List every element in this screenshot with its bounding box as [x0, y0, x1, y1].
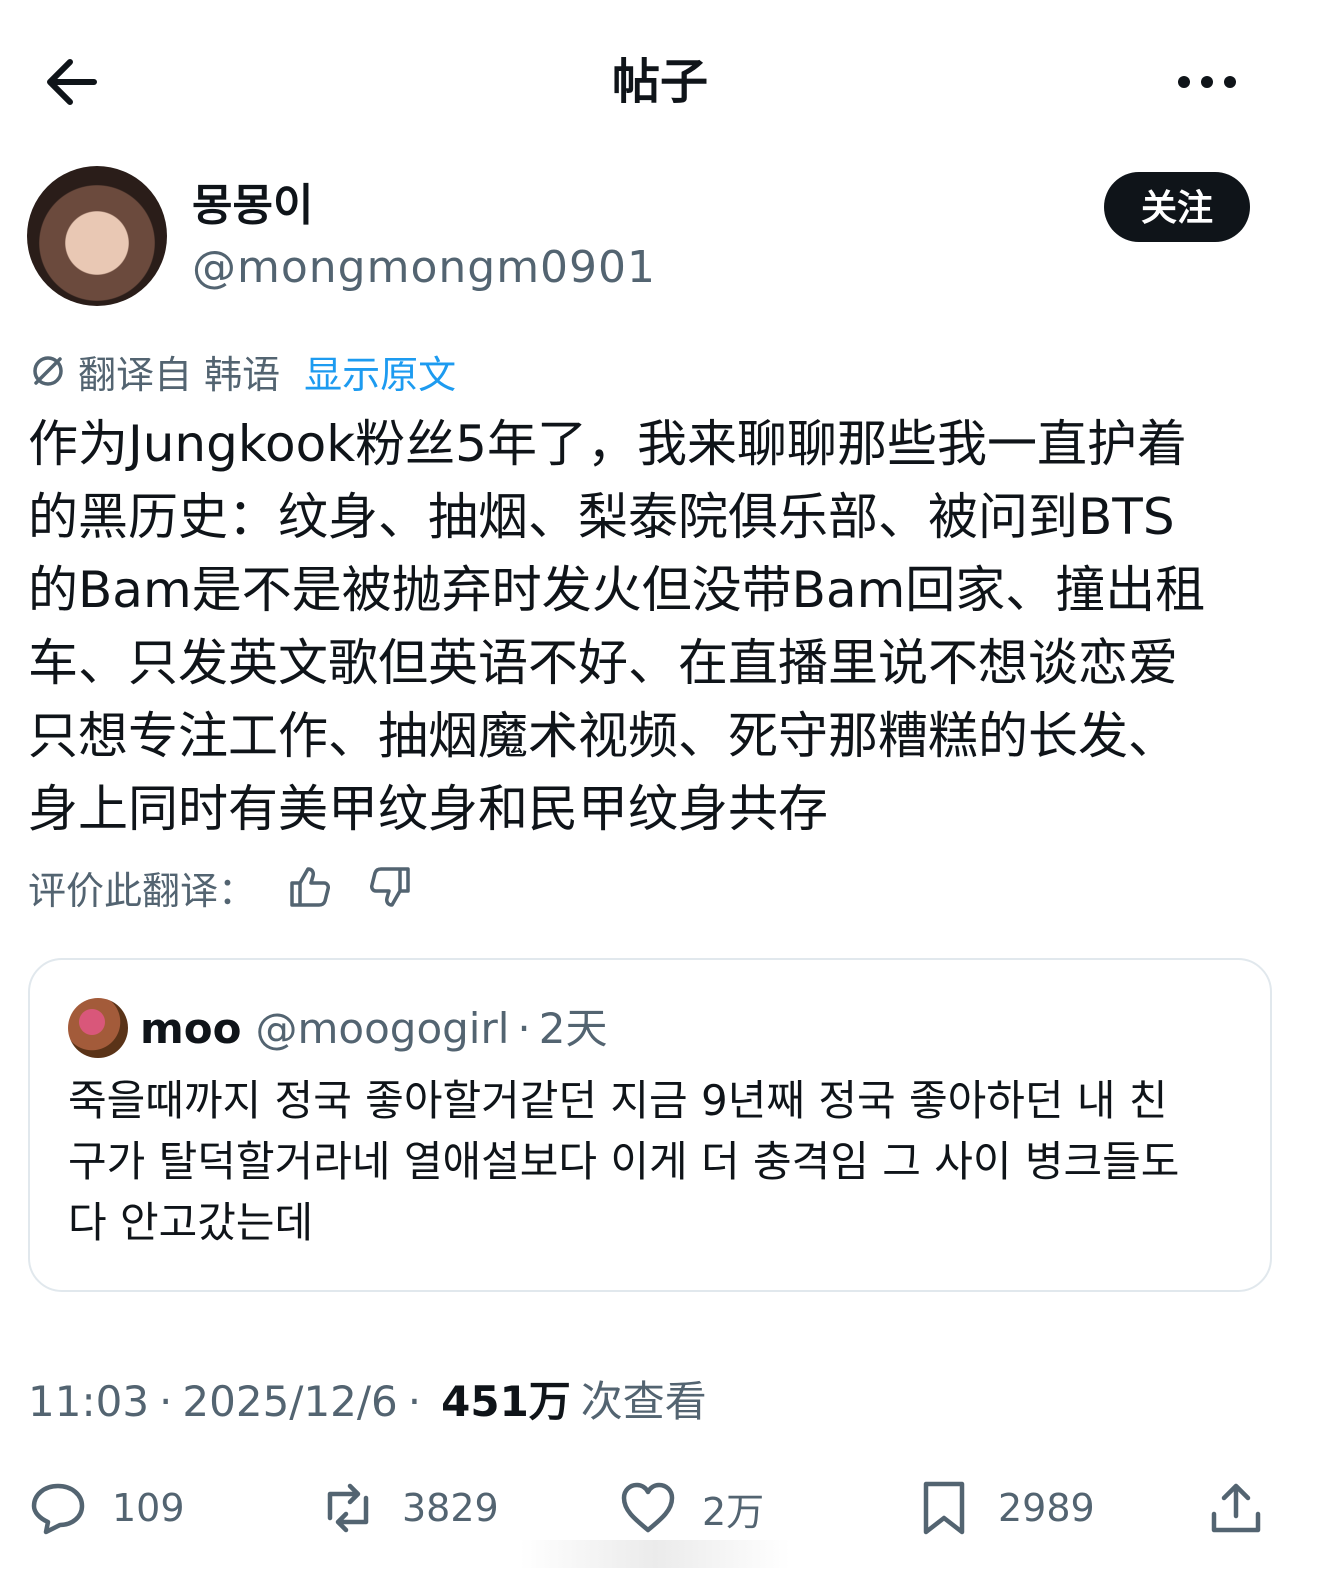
- watermark-overlay: [520, 1540, 790, 1568]
- post-time[interactable]: 11:03: [28, 1372, 149, 1432]
- quoted-avatar: [68, 998, 128, 1058]
- show-original-link[interactable]: 显示原文: [304, 344, 456, 399]
- rate-translation-label: 评价此翻译：: [28, 868, 257, 913]
- bookmark-icon: [923, 1481, 965, 1535]
- like-count: 2万: [702, 1489, 765, 1534]
- quoted-post-header: moo @moogogirl · 2天: [140, 1000, 608, 1058]
- repost-icon: [327, 1483, 369, 1533]
- page-title: 帖子: [611, 54, 708, 110]
- quoted-timestamp: 2天: [538, 1004, 608, 1053]
- post-date[interactable]: 2025/12/6: [182, 1372, 397, 1432]
- translation-label: 翻译自 韩语: [78, 352, 281, 397]
- share-icon: [1211, 1483, 1261, 1533]
- repost-count: 3829: [402, 1486, 499, 1530]
- view-count-label: 次查看: [580, 1377, 707, 1426]
- author-display-name[interactable]: 몽몽이: [192, 178, 313, 234]
- post-meta: 11:03 · 2025/12/6 · 451万 次查看: [28, 1372, 707, 1432]
- avatar[interactable]: [27, 166, 167, 306]
- post-text: 作为Jungkook粉丝5年了，我来聊聊那些我一直护着 的黑历史：纹身、抽烟、梨…: [28, 415, 1206, 838]
- reply-count: 109: [112, 1486, 185, 1530]
- back-button[interactable]: [42, 52, 102, 112]
- quoted-post-text: 죽을때까지 정국 좋아할거같던 지금 9년째 정국 좋아하던 내 친 구가 탈덕…: [68, 1076, 1180, 1247]
- like-button[interactable]: 2万: [618, 1476, 764, 1540]
- rate-translation-row: 评价此翻译：: [28, 858, 416, 916]
- more-icon: [1178, 76, 1236, 88]
- meta-separator: ·: [407, 1377, 422, 1426]
- reply-icon: [31, 1483, 85, 1535]
- like-icon: [621, 1482, 675, 1533]
- follow-button[interactable]: 关注: [1104, 172, 1250, 242]
- reply-button[interactable]: 109: [28, 1476, 185, 1540]
- thumbs-down-icon[interactable]: [364, 861, 416, 913]
- translate-icon: [33, 356, 63, 386]
- quoted-display-name: moo: [140, 1004, 242, 1053]
- share-button[interactable]: [1206, 1476, 1266, 1540]
- translation-row: 翻译自 韩语 显示原文: [28, 344, 456, 398]
- repost-button[interactable]: 3829: [318, 1476, 499, 1540]
- view-count: 451万: [441, 1377, 571, 1426]
- quoted-separator: ·: [517, 1004, 531, 1053]
- bookmark-button[interactable]: 2989: [914, 1476, 1095, 1540]
- thumbs-up-icon[interactable]: [284, 861, 336, 913]
- meta-separator: ·: [159, 1377, 173, 1426]
- quoted-handle: @moogogirl: [255, 1004, 510, 1053]
- more-button[interactable]: [1172, 62, 1242, 102]
- back-arrow-icon: [47, 59, 97, 105]
- bookmark-count: 2989: [998, 1486, 1095, 1530]
- author-handle[interactable]: @mongmongm0901: [192, 240, 656, 296]
